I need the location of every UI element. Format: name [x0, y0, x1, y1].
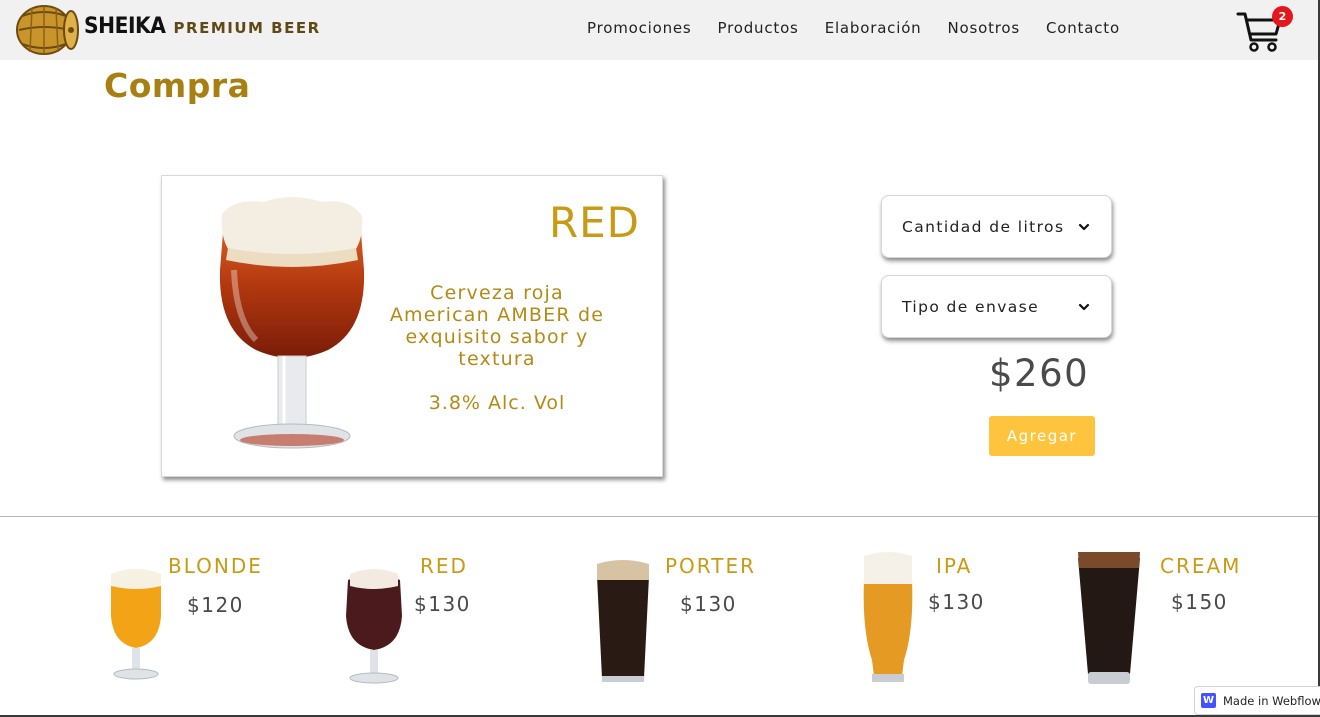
- product-name: IPA: [936, 554, 973, 578]
- chevron-down-icon: [1078, 303, 1090, 311]
- product-price: $150: [1171, 590, 1228, 614]
- brand-tagline: PREMIUM BEER: [173, 19, 321, 37]
- cart-count-badge: 2: [1272, 6, 1293, 27]
- navbar: SHEIKA PREMIUM BEER Promociones Producto…: [0, 0, 1318, 60]
- container-dropdown[interactable]: Tipo de envase: [881, 275, 1112, 338]
- total-price: $260: [989, 352, 1090, 395]
- product-item-porter[interactable]: PORTER $130: [592, 540, 762, 690]
- brand[interactable]: SHEIKA PREMIUM BEER: [84, 14, 321, 39]
- cream-beer-glass-image: [1078, 552, 1140, 684]
- liters-dropdown[interactable]: Cantidad de litros: [881, 195, 1112, 258]
- section-divider: [0, 516, 1318, 517]
- featured-product-card: RED Cerveza roja American AMBER de exqui…: [161, 175, 663, 477]
- nav-link-contacto[interactable]: Contacto: [1046, 19, 1120, 37]
- red-beer-glass-image: [346, 569, 402, 684]
- product-alcohol: 3.8% Alc. Vol: [428, 392, 566, 414]
- nav-link-elaboracion[interactable]: Elaboración: [825, 19, 922, 37]
- nav-menu: Promociones Productos Elaboración Nosotr…: [587, 19, 1146, 37]
- red-beer-glass-image: [219, 197, 365, 449]
- product-description: Cerveza roja American AMBER de exquisito…: [389, 282, 605, 370]
- product-name: CREAM: [1160, 554, 1242, 578]
- porter-beer-glass-image: [597, 560, 649, 682]
- blonde-beer-glass-image: [111, 569, 161, 680]
- page-title: Compra: [104, 66, 251, 105]
- product-name: PORTER: [665, 554, 756, 578]
- ipa-beer-glass-image: [863, 552, 913, 682]
- product-price: $130: [414, 592, 471, 616]
- product-name: BLONDE: [168, 554, 263, 578]
- barrel-logo-icon[interactable]: [10, 2, 80, 58]
- add-to-cart-button[interactable]: Agregar: [989, 416, 1095, 456]
- webflow-badge-label: Made in Webflow: [1223, 693, 1320, 708]
- nav-link-productos[interactable]: Productos: [718, 19, 799, 37]
- liters-dropdown-label: Cantidad de litros: [902, 217, 1065, 236]
- container-dropdown-label: Tipo de envase: [902, 297, 1040, 316]
- product-item-ipa[interactable]: IPA $130: [858, 540, 1008, 690]
- product-price: $120: [187, 593, 244, 617]
- product-name: RED: [420, 554, 468, 578]
- made-in-webflow-badge[interactable]: W Made in Webflow: [1194, 686, 1320, 715]
- product-name: RED: [548, 198, 640, 247]
- product-item-red[interactable]: RED $130: [340, 540, 490, 690]
- product-price: $130: [928, 590, 985, 614]
- webflow-logo-icon: W: [1201, 693, 1216, 708]
- nav-link-promociones[interactable]: Promociones: [587, 19, 692, 37]
- product-item-blonde[interactable]: BLONDE $120: [105, 540, 285, 690]
- product-item-cream[interactable]: CREAM $150: [1074, 540, 1254, 690]
- brand-name: SHEIKA: [84, 14, 166, 39]
- nav-link-nosotros[interactable]: Nosotros: [947, 19, 1020, 37]
- product-price: $130: [680, 592, 737, 616]
- chevron-down-icon: [1078, 223, 1090, 231]
